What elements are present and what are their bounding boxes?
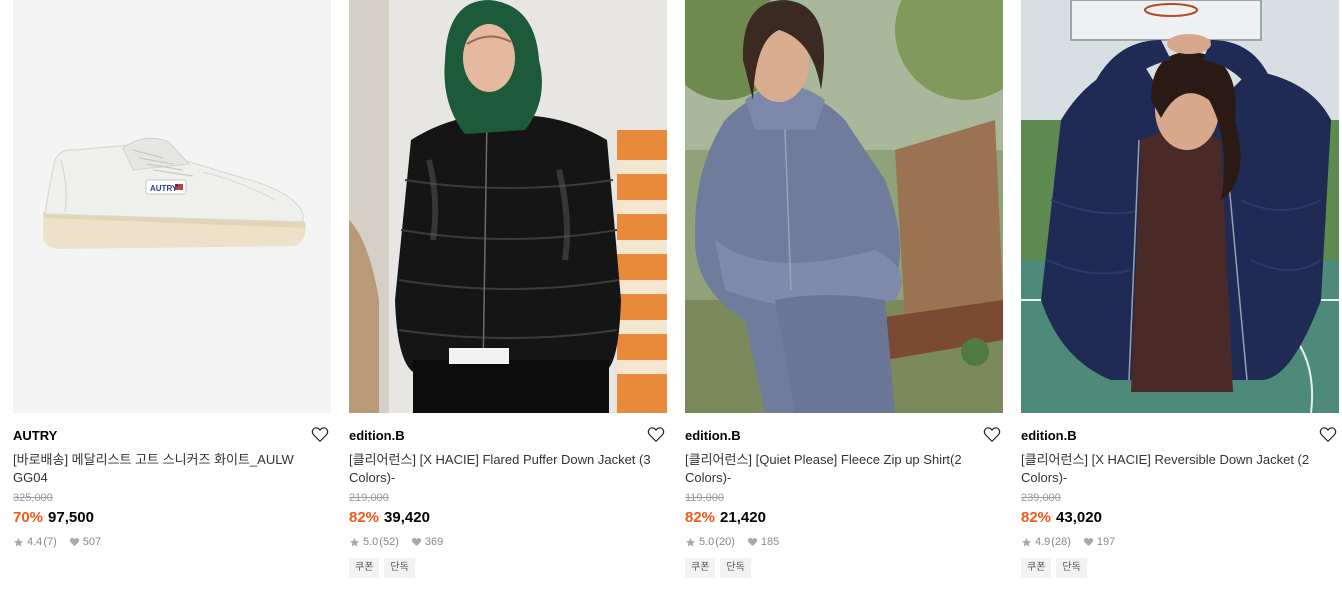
likes-count: 185 — [760, 536, 780, 548]
rating: 5.0 — [363, 536, 379, 548]
tag-list: 쿠폰 단독 — [349, 558, 667, 578]
likes-heart-icon — [411, 537, 422, 547]
discount-rate: 70% — [13, 509, 44, 526]
exclusive-tag: 단독 — [720, 558, 751, 578]
product-card[interactable]: edition.B [클리어런스] [X HACIE] Reversible D… — [1021, 0, 1339, 578]
tag-list: 쿠폰 단독 — [685, 558, 1003, 578]
likes-heart-icon — [69, 537, 79, 547]
price-row: 82% 43,020 — [1021, 509, 1339, 527]
product-name[interactable]: [클리어런스] [X HACIE] Flared Puffer Down Jac… — [349, 451, 667, 487]
product-card[interactable]: AUTRY AUTRY [바로배송] 메달리스트 고트 스니커즈 화이트_AUL… — [13, 0, 331, 578]
product-card[interactable]: edition.B [클리어런스] [X HACIE] Flared Puffe… — [349, 0, 667, 578]
discount-rate: 82% — [685, 509, 716, 526]
original-price: 219,000 — [349, 492, 389, 504]
sale-price: 39,420 — [384, 509, 430, 526]
brand-name[interactable]: edition.B — [349, 429, 667, 443]
star-icon — [349, 537, 360, 547]
review-count: (28) — [1051, 536, 1071, 548]
likes-heart-icon — [747, 537, 758, 547]
review-count: (20) — [715, 536, 735, 548]
product-card[interactable]: edition.B [클리어런스] [Quiet Please] Fleece … — [685, 0, 1003, 578]
rating: 4.9 — [1035, 536, 1051, 548]
review-count: (7) — [43, 536, 57, 548]
likes-count: 197 — [1096, 536, 1116, 548]
likes-heart-icon — [1083, 537, 1094, 547]
price-row: 82% 21,420 — [685, 509, 1003, 527]
sale-price: 43,020 — [1056, 509, 1102, 526]
brand-name[interactable]: edition.B — [1021, 429, 1339, 443]
heart-icon[interactable] — [1319, 426, 1337, 443]
rating: 5.0 — [699, 536, 715, 548]
brand-name[interactable]: AUTRY — [13, 429, 331, 443]
star-icon — [13, 537, 24, 547]
star-icon — [685, 537, 696, 547]
original-price: 119,000 — [685, 492, 724, 504]
heart-icon[interactable] — [983, 426, 1001, 443]
original-price: 325,000 — [13, 492, 53, 504]
brand-name[interactable]: edition.B — [685, 429, 1003, 443]
product-image-blue-fleece[interactable] — [685, 0, 1003, 413]
product-image-white-sneaker[interactable]: AUTRY — [13, 0, 331, 413]
product-meta: 5.0 (20) 185 — [685, 535, 1003, 549]
heart-icon[interactable] — [647, 426, 665, 443]
original-price: 239,000 — [1021, 492, 1061, 504]
review-count: (52) — [379, 536, 399, 548]
likes-count: 369 — [424, 536, 444, 548]
product-meta: 4.9 (28) 197 — [1021, 535, 1339, 549]
coupon-tag: 쿠폰 — [685, 558, 716, 578]
product-info: edition.B [클리어런스] [X HACIE] Flared Puffe… — [349, 413, 667, 578]
price-row: 82% 39,420 — [349, 509, 667, 527]
product-image-black-puffer-jacket[interactable] — [349, 0, 667, 413]
product-meta: 4.4 (7) 507 — [13, 535, 331, 549]
star-icon — [1021, 537, 1032, 547]
coupon-tag: 쿠폰 — [349, 558, 380, 578]
tag-list: 쿠폰 단독 — [1021, 558, 1339, 578]
product-info: AUTRY [바로배송] 메달리스트 고트 스니커즈 화이트_AULW GG04… — [13, 413, 331, 549]
discount-rate: 82% — [349, 509, 380, 526]
product-name[interactable]: [클리어런스] [X HACIE] Reversible Down Jacket… — [1021, 451, 1339, 487]
rating: 4.4 — [27, 536, 43, 548]
product-name[interactable]: [바로배송] 메달리스트 고트 스니커즈 화이트_AULW GG04 — [13, 451, 331, 487]
sale-price: 21,420 — [720, 509, 766, 526]
discount-rate: 82% — [1021, 509, 1052, 526]
sale-price: 97,500 — [48, 509, 94, 526]
product-meta: 5.0 (52) 369 — [349, 535, 667, 549]
product-info: edition.B [클리어런스] [Quiet Please] Fleece … — [685, 413, 1003, 578]
likes-count: 507 — [82, 536, 102, 548]
product-grid: AUTRY AUTRY [바로배송] 메달리스트 고트 스니커즈 화이트_AUL… — [13, 0, 1339, 578]
product-name[interactable]: [클리어런스] [Quiet Please] Fleece Zip up Shi… — [685, 451, 1003, 487]
svg-text:AUTRY: AUTRY — [150, 184, 178, 193]
product-image-navy-down-jacket[interactable] — [1021, 0, 1339, 413]
product-info: edition.B [클리어런스] [X HACIE] Reversible D… — [1021, 413, 1339, 578]
exclusive-tag: 단독 — [1056, 558, 1087, 578]
heart-icon[interactable] — [311, 426, 329, 443]
price-row: 70% 97,500 — [13, 509, 331, 527]
coupon-tag: 쿠폰 — [1021, 558, 1052, 578]
exclusive-tag: 단독 — [384, 558, 415, 578]
